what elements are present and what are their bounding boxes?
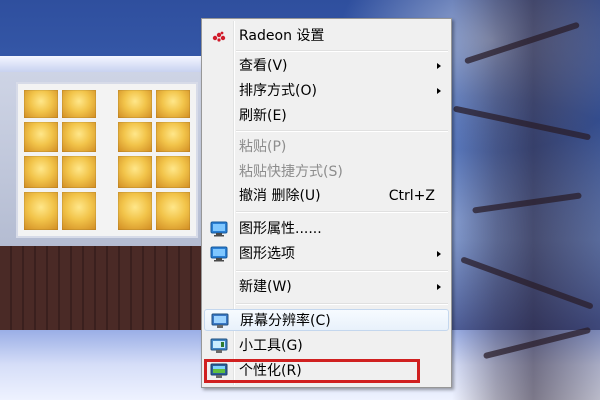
radeon-icon bbox=[210, 28, 228, 44]
desktop-context-menu: Radeon 设置 查看(V) 排序方式(O) 刷新(E) 粘贴(P) 粘贴快捷… bbox=[201, 18, 452, 388]
wallpaper-window bbox=[18, 84, 196, 236]
menu-item-graphics-options[interactable]: 图形选项 bbox=[204, 243, 449, 265]
menu-item-new[interactable]: 新建(W) bbox=[204, 276, 449, 298]
menu-item-gadgets[interactable]: 小工具(G) bbox=[204, 335, 449, 357]
menu-item-label: 图形选项 bbox=[239, 246, 295, 262]
menu-separator bbox=[236, 50, 448, 51]
wallpaper-wall bbox=[0, 246, 205, 338]
menu-item-paste: 粘贴(P) bbox=[204, 136, 449, 158]
submenu-arrow-icon bbox=[437, 251, 441, 257]
menu-item-label: 新建(W) bbox=[239, 279, 292, 295]
menu-item-undo-delete[interactable]: 撤消 删除(U) Ctrl+Z bbox=[204, 185, 449, 207]
menu-item-view[interactable]: 查看(V) bbox=[204, 55, 449, 77]
menu-item-graphics-properties[interactable]: 图形属性...... bbox=[204, 218, 449, 240]
annotation-highlight-box bbox=[204, 359, 420, 383]
menu-item-label: 图形属性...... bbox=[239, 221, 322, 237]
gadgets-icon bbox=[210, 338, 228, 354]
submenu-arrow-icon bbox=[437, 63, 441, 69]
menu-separator bbox=[236, 303, 448, 304]
menu-item-label: Radeon 设置 bbox=[239, 28, 325, 44]
menu-separator bbox=[236, 211, 448, 212]
menu-item-label: 刷新(E) bbox=[239, 108, 287, 124]
submenu-arrow-icon bbox=[437, 284, 441, 290]
menu-item-label: 查看(V) bbox=[239, 58, 288, 74]
menu-separator bbox=[236, 130, 448, 131]
screen-resolution-icon bbox=[211, 313, 229, 329]
menu-separator bbox=[236, 270, 448, 271]
wallpaper-roof-snow bbox=[0, 56, 210, 72]
menu-item-paste-shortcut: 粘贴快捷方式(S) bbox=[204, 161, 449, 183]
wallpaper-tree bbox=[452, 0, 600, 400]
menu-item-label: 排序方式(O) bbox=[239, 83, 317, 99]
menu-item-sort-by[interactable]: 排序方式(O) bbox=[204, 80, 449, 102]
menu-item-label: 撤消 删除(U) bbox=[239, 188, 321, 204]
menu-item-shortcut: Ctrl+Z bbox=[388, 188, 435, 204]
menu-item-label: 屏幕分辨率(C) bbox=[240, 313, 331, 329]
menu-item-label: 粘贴(P) bbox=[239, 139, 287, 155]
menu-item-label: 粘贴快捷方式(S) bbox=[239, 164, 343, 180]
menu-item-screen-resolution[interactable]: 屏幕分辨率(C) bbox=[204, 309, 449, 331]
graphics-options-icon bbox=[210, 246, 228, 262]
graphics-properties-icon bbox=[210, 221, 228, 237]
menu-item-refresh[interactable]: 刷新(E) bbox=[204, 105, 449, 127]
submenu-arrow-icon bbox=[437, 88, 441, 94]
menu-item-label: 小工具(G) bbox=[239, 338, 303, 354]
menu-item-radeon-settings[interactable]: Radeon 设置 bbox=[204, 25, 449, 47]
